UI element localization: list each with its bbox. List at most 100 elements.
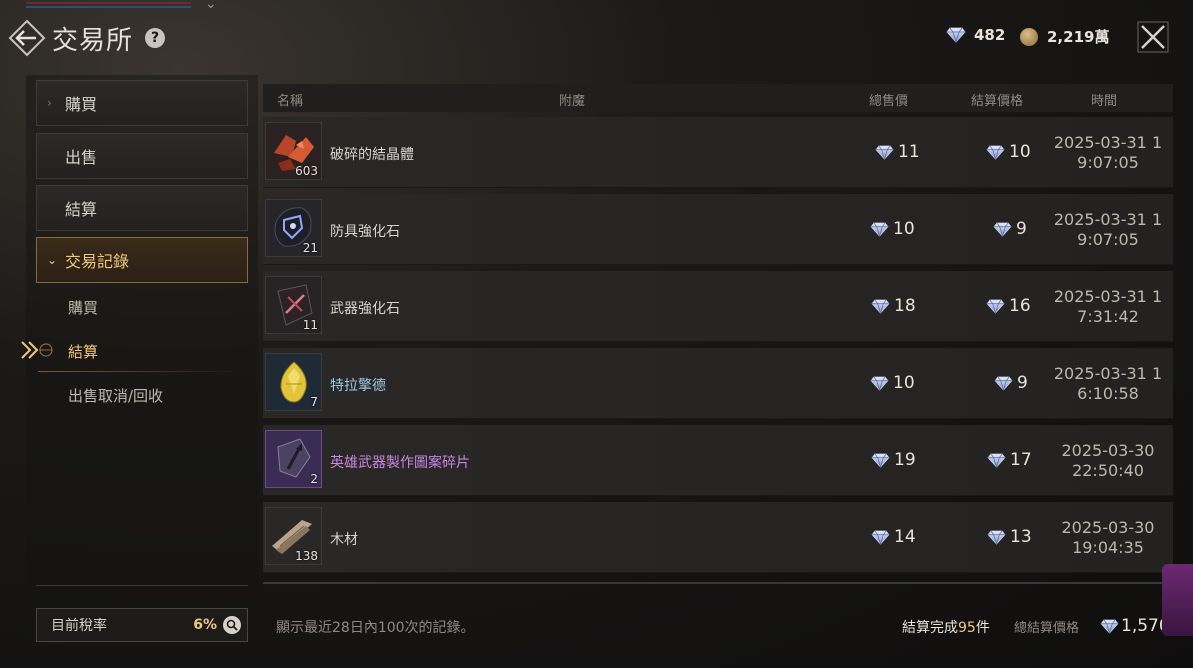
table-row[interactable]: 138 木材 14 13 2025-03-30 19:04:35 (263, 502, 1173, 573)
top-decor-lines (26, 0, 191, 10)
gem-icon (986, 145, 1005, 160)
sub-item-settle[interactable]: 結算 (68, 341, 98, 362)
settle-price-value: 9 (1017, 373, 1028, 393)
selected-underline (38, 371, 244, 372)
divider (263, 582, 1173, 584)
item-name: 武器強化石 (330, 301, 400, 317)
gem-icon (870, 222, 889, 237)
gem-amount: 482 (974, 26, 1006, 44)
settle-price: 10 (986, 142, 1031, 162)
tax-rate-label: 目前稅率 (51, 618, 107, 634)
menu-buy-label: 購買 (65, 95, 98, 114)
settle-price: 9 (993, 219, 1027, 239)
total-price: 14 (871, 527, 916, 547)
gem-icon (986, 299, 1005, 314)
settled-count-prefix: 結算完成 (902, 620, 958, 636)
item-icon: 7 (265, 353, 322, 411)
gem-icon (875, 145, 894, 160)
total-price-value: 18 (894, 296, 916, 316)
item-name: 特拉擎德 (330, 378, 386, 394)
settle-price-value: 10 (1009, 142, 1031, 162)
total-price: 18 (871, 296, 916, 316)
sub-item-cancel-reclaim[interactable]: 出售取消/回收 (68, 385, 163, 406)
row-time: 2025-03-31 1 9:07:05 (1043, 210, 1173, 250)
close-button[interactable] (1136, 20, 1170, 54)
total-price: 11 (875, 142, 920, 162)
gem-icon (993, 222, 1012, 237)
col-time: 時間 (1091, 94, 1118, 109)
row-time: 2025-03-31 1 9:07:05 (1043, 133, 1173, 173)
item-name: 破碎的結晶體 (330, 147, 414, 163)
col-enchant: 附魔 (559, 94, 586, 109)
chevron-right-icon: › (47, 96, 52, 110)
table-row[interactable]: 11 武器強化石 18 16 2025-03-31 1 7:31:42 (263, 271, 1173, 342)
row-date: 2025-03-31 1 (1053, 133, 1163, 152)
settle-price: 17 (987, 450, 1032, 470)
selected-marker-icon (21, 341, 53, 359)
menu-trade-history-label: 交易記錄 (65, 252, 130, 271)
chevron-down-icon[interactable]: ⌄ (205, 0, 217, 12)
header: 交易所 ? (8, 18, 166, 58)
total-settle-price: 1,570 (1100, 616, 1170, 636)
question-icon[interactable]: ? (145, 28, 166, 48)
gold-amount: 2,219萬 (1047, 28, 1110, 46)
row-clock: 6:10:58 (1077, 384, 1139, 403)
settle-price: 9 (994, 373, 1028, 393)
tax-rate-value: 6% (193, 617, 217, 633)
settled-count: 結算完成95件 (902, 617, 990, 637)
gem-icon (987, 453, 1006, 468)
row-time: 2025-03-30 22:50:40 (1043, 441, 1173, 481)
item-quantity: 2 (310, 472, 318, 486)
item-name: 防具強化石 (330, 224, 400, 240)
settled-count-value: 95 (958, 620, 976, 636)
menu-sell-label: 出售 (65, 148, 98, 167)
total-price-value: 19 (894, 450, 916, 470)
row-date: 2025-03-31 1 (1053, 210, 1163, 229)
item-icon: 21 (265, 199, 322, 257)
table-row[interactable]: 2 英雄武器製作圖案碎片 19 17 2025-03-30 22:50:40 (263, 425, 1173, 496)
sub-item-buy[interactable]: 購買 (68, 297, 98, 318)
item-name: 木材 (330, 532, 358, 548)
search-icon[interactable] (223, 616, 241, 634)
table-row[interactable]: 603 破碎的結晶體 11 10 2025-03-31 1 9:07:05 (263, 117, 1173, 188)
table-row[interactable]: 21 防具強化石 10 9 2025-03-31 1 9:07:05 (263, 194, 1173, 265)
row-clock: 22:50:40 (1072, 461, 1144, 480)
menu-trade-history[interactable]: ⌄ 交易記錄 (36, 237, 248, 283)
gem-icon (871, 530, 890, 545)
item-quantity: 21 (302, 241, 318, 255)
row-clock: 7:31:42 (1077, 307, 1139, 326)
menu-sell[interactable]: 出售 (36, 133, 248, 179)
settle-price-value: 9 (1016, 219, 1027, 239)
table-row[interactable]: 7 特拉擎德 10 9 2025-03-31 1 6:10:58 (263, 348, 1173, 419)
gold-balance: 2,219萬 (1020, 26, 1109, 47)
side-notification-tab[interactable] (1162, 564, 1193, 636)
settle-price-value: 13 (1010, 527, 1032, 547)
page-title: 交易所 (52, 25, 134, 56)
row-date: 2025-03-30 (1061, 441, 1155, 460)
back-arrow-icon[interactable] (8, 19, 46, 57)
close-icon (1137, 21, 1169, 53)
gem-icon (870, 376, 889, 391)
row-clock: 19:04:35 (1072, 538, 1144, 557)
settle-price: 16 (986, 296, 1031, 316)
gem-icon (994, 376, 1013, 391)
row-date: 2025-03-31 1 (1053, 287, 1163, 306)
total-price-value: 10 (893, 373, 915, 393)
item-icon: 603 (265, 122, 322, 180)
chevron-down-icon: ⌄ (47, 253, 58, 267)
row-time: 2025-03-30 19:04:35 (1043, 518, 1173, 558)
row-date: 2025-03-31 1 (1053, 364, 1163, 383)
total-price: 10 (870, 373, 915, 393)
menu-buy[interactable]: › 購買 (36, 80, 248, 126)
total-price: 19 (871, 450, 916, 470)
item-quantity: 603 (295, 164, 318, 178)
sidebar: › 購買 出售 結算 ⌄ 交易記錄 購買 結算 出售取消/回收 目前稅率 6% (21, 75, 258, 668)
total-price: 10 (870, 219, 915, 239)
history-note: 顯示最近28日內100次的記錄。 (276, 620, 475, 636)
settle-price-value: 17 (1010, 450, 1032, 470)
gold-coin-icon (1020, 27, 1038, 46)
item-name: 英雄武器製作圖案碎片 (330, 455, 470, 471)
gem-icon (1100, 619, 1119, 634)
gem-icon (946, 27, 966, 43)
menu-settle[interactable]: 結算 (36, 185, 248, 231)
